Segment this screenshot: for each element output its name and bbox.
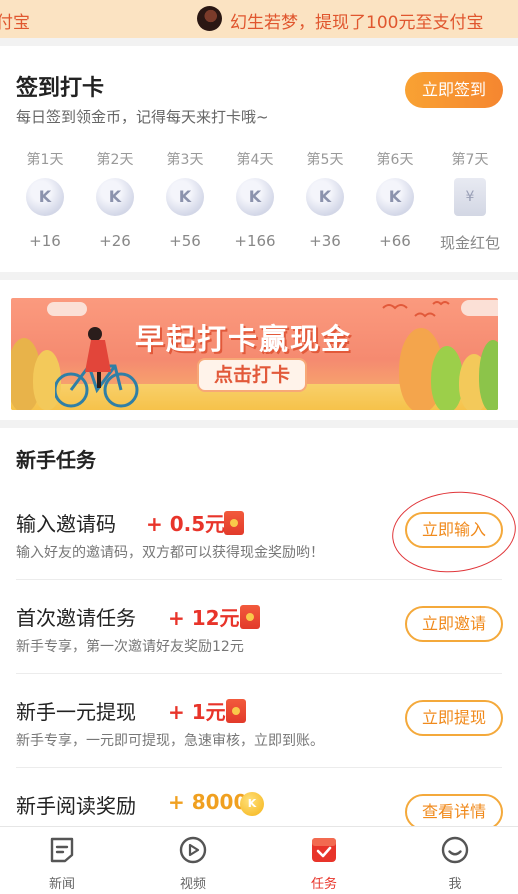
banner-headline: 早起打卡赢现金 [135, 322, 353, 356]
checkin-day-1: 第1天 K +16 [10, 150, 80, 250]
coin-icon: K [236, 178, 274, 216]
bottom-nav: 新闻 视频 任务 我 [0, 826, 518, 894]
nav-item-me[interactable]: 我 [415, 835, 495, 892]
tree-icon [479, 340, 498, 410]
user-avatar [197, 6, 222, 31]
task-description: 输入好友的邀请码，双方都可以获得现金奖励哟！ [16, 545, 324, 561]
checkin-day-7: 第7天 ¥ 现金红包 [435, 150, 505, 253]
task-name: 新手一元提现 [16, 700, 136, 724]
ticker-previous-text: 付宝 [0, 13, 30, 33]
birds-icon [382, 301, 450, 318]
day-reward: +166 [234, 232, 276, 250]
checkin-day-5: 第5天 K +36 [290, 150, 360, 250]
gold-coin-icon: K [240, 792, 264, 816]
checkin-button[interactable]: 立即签到 [405, 72, 503, 108]
task-name: 输入邀请码 [16, 512, 116, 536]
cyclist-illustration [55, 327, 139, 408]
checkin-subtitle: 每日签到领金币，记得每天来打卡哦~ [16, 108, 269, 126]
task-reward: + 1元 [168, 700, 226, 724]
nav-label: 我 [448, 877, 462, 892]
task-reward: + 12元 [168, 606, 240, 630]
task-reward: + 0.5元 [146, 512, 226, 536]
ticker-message: 幻生若梦，提现了100元至支付宝 [230, 13, 484, 33]
checkin-card: 签到打卡 每日签到领金币，记得每天来打卡哦~ 立即签到 第1天 K +16 第2… [0, 46, 518, 272]
task-reward: + 8000 [168, 790, 248, 814]
nav-item-news[interactable]: 新闻 [22, 835, 102, 892]
task-first-invite: 首次邀请任务 + 12元 新手专享，第一次邀请好友奖励12元 立即邀请 [0, 580, 518, 674]
nav-label: 新闻 [48, 877, 75, 892]
day-reward: +26 [99, 232, 131, 250]
checkin-days: 第1天 K +16 第2天 K +26 第3天 K +56 第4天 K +166… [10, 150, 510, 260]
nav-label: 任务 [310, 877, 337, 892]
day-label: 第4天 [236, 152, 274, 168]
news-icon [50, 837, 74, 863]
checkin-day-6: 第6天 K +66 [360, 150, 430, 250]
early-checkin-banner[interactable]: 早起打卡赢现金 点击打卡 [11, 298, 498, 410]
task-name: 新手阅读奖励 [16, 794, 136, 818]
coin-icon: K [376, 178, 414, 216]
withdraw-button[interactable]: 立即提现 [405, 700, 503, 736]
red-packet-icon: ¥ [454, 178, 486, 216]
day-reward: +56 [169, 232, 201, 250]
day-label: 第6天 [376, 152, 414, 168]
coin-icon: K [166, 178, 204, 216]
task-description: 新手专享，一元即可提现，急速审核，立即到账。 [16, 733, 324, 749]
checkin-title: 签到打卡 [16, 76, 105, 101]
announcement-ticker: 付宝 幻生若梦，提现了100元至支付宝 [0, 0, 518, 38]
day-reward: +36 [309, 232, 341, 250]
profile-icon [441, 836, 469, 864]
checkin-day-3: 第3天 K +56 [150, 150, 220, 250]
nav-item-tasks[interactable]: 任务 [284, 835, 364, 892]
task-one-yuan-withdraw: 新手一元提现 + 1元 新手专享，一元即可提现，急速审核，立即到账。 立即提现 [0, 674, 518, 768]
day-label: 第2天 [96, 152, 134, 168]
red-packet-icon [226, 699, 246, 723]
newbie-tasks: 新手任务 输入邀请码 + 0.5元 输入好友的邀请码，双方都可以获得现金奖励哟！… [0, 428, 518, 830]
banner-checkin-button[interactable]: 点击打卡 [197, 358, 307, 392]
red-packet-icon [240, 605, 260, 629]
coin-icon: K [306, 178, 344, 216]
invite-button[interactable]: 立即邀请 [405, 606, 503, 642]
nav-item-video[interactable]: 视频 [153, 835, 233, 892]
day-label: 第5天 [306, 152, 344, 168]
task-description: 新手专享，第一次邀请好友奖励12元 [16, 639, 244, 655]
day-reward: +16 [29, 232, 61, 250]
checkin-day-2: 第2天 K +26 [80, 150, 150, 250]
cloud-icon [461, 300, 498, 316]
section-title: 新手任务 [16, 448, 96, 472]
red-packet-icon [224, 511, 244, 535]
cloud-icon [47, 302, 87, 316]
nav-label: 视频 [179, 877, 206, 892]
task-icon [312, 838, 336, 862]
banner-section: 早起打卡赢现金 点击打卡 [0, 280, 518, 420]
video-icon [179, 836, 207, 864]
day-label: 第1天 [26, 152, 64, 168]
day-label: 第3天 [166, 152, 204, 168]
coin-icon: K [26, 178, 64, 216]
day-reward: +66 [379, 232, 411, 250]
task-name: 首次邀请任务 [16, 606, 136, 630]
day-reward: 现金红包 [439, 234, 500, 252]
checkin-day-4: 第4天 K +166 [220, 150, 290, 250]
coin-icon: K [96, 178, 134, 216]
day-label: 第7天 [451, 152, 489, 168]
view-details-button[interactable]: 查看详情 [405, 794, 503, 830]
